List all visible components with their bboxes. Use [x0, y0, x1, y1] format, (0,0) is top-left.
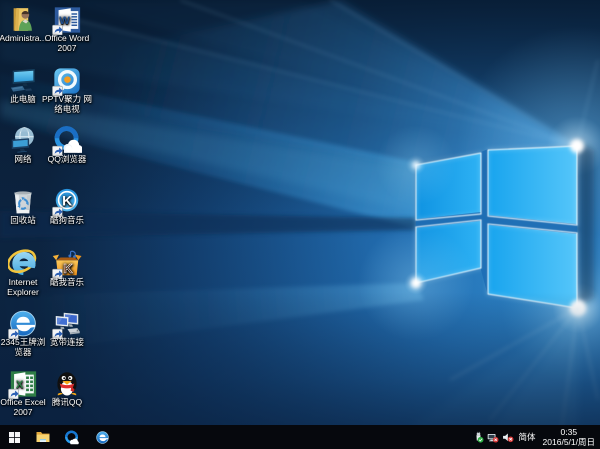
svg-text:K: K — [63, 261, 73, 276]
svg-text:K: K — [62, 192, 73, 208]
